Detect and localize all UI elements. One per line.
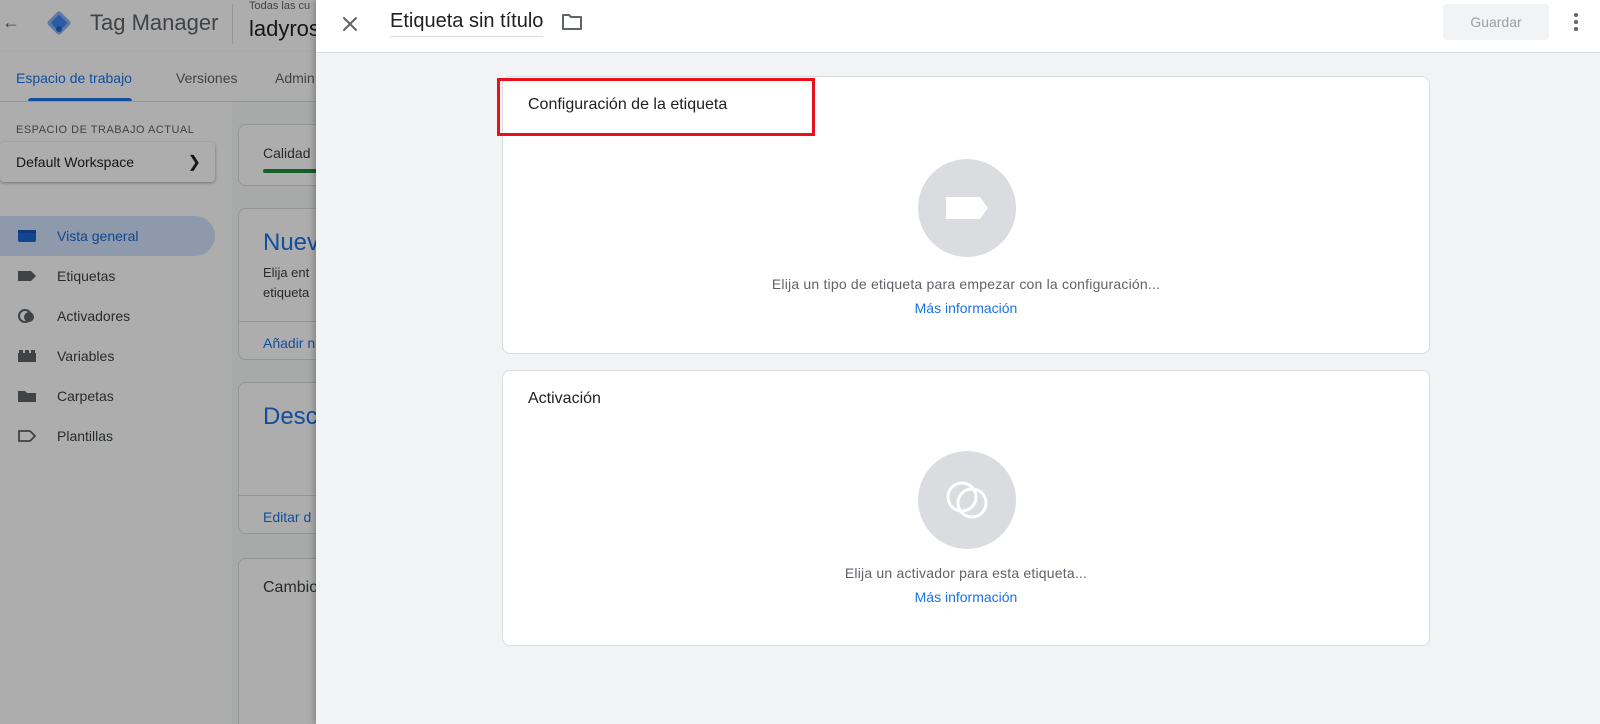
tag-type-hint: Elija un tipo de etiqueta para empezar c… [771, 276, 1161, 292]
choose-trigger-button[interactable] [918, 451, 1016, 549]
trigger-hint: Elija un activador para esta etiqueta... [844, 565, 1088, 581]
panel-header: Etiqueta sin título Guardar [316, 0, 1600, 53]
learn-more-link-trigger: Más información [503, 589, 1429, 605]
learn-more-link[interactable]: Más información [915, 300, 1018, 316]
highlight-box [497, 78, 815, 136]
learn-more-link-tag: Más información [503, 300, 1429, 316]
more-vert-icon[interactable] [1564, 8, 1588, 36]
triggering-title: Activación [528, 390, 601, 407]
learn-more-link[interactable]: Más información [915, 589, 1018, 605]
tag-icon [946, 197, 988, 219]
tag-name-input[interactable]: Etiqueta sin título [390, 10, 544, 37]
choose-tag-type-button[interactable] [918, 159, 1016, 257]
trigger-icon [946, 481, 988, 519]
close-icon[interactable] [336, 10, 364, 38]
triggering-card: Activación Elija un activador para esta … [502, 370, 1430, 646]
save-button[interactable]: Guardar [1443, 4, 1549, 40]
folder-icon[interactable] [560, 11, 584, 33]
